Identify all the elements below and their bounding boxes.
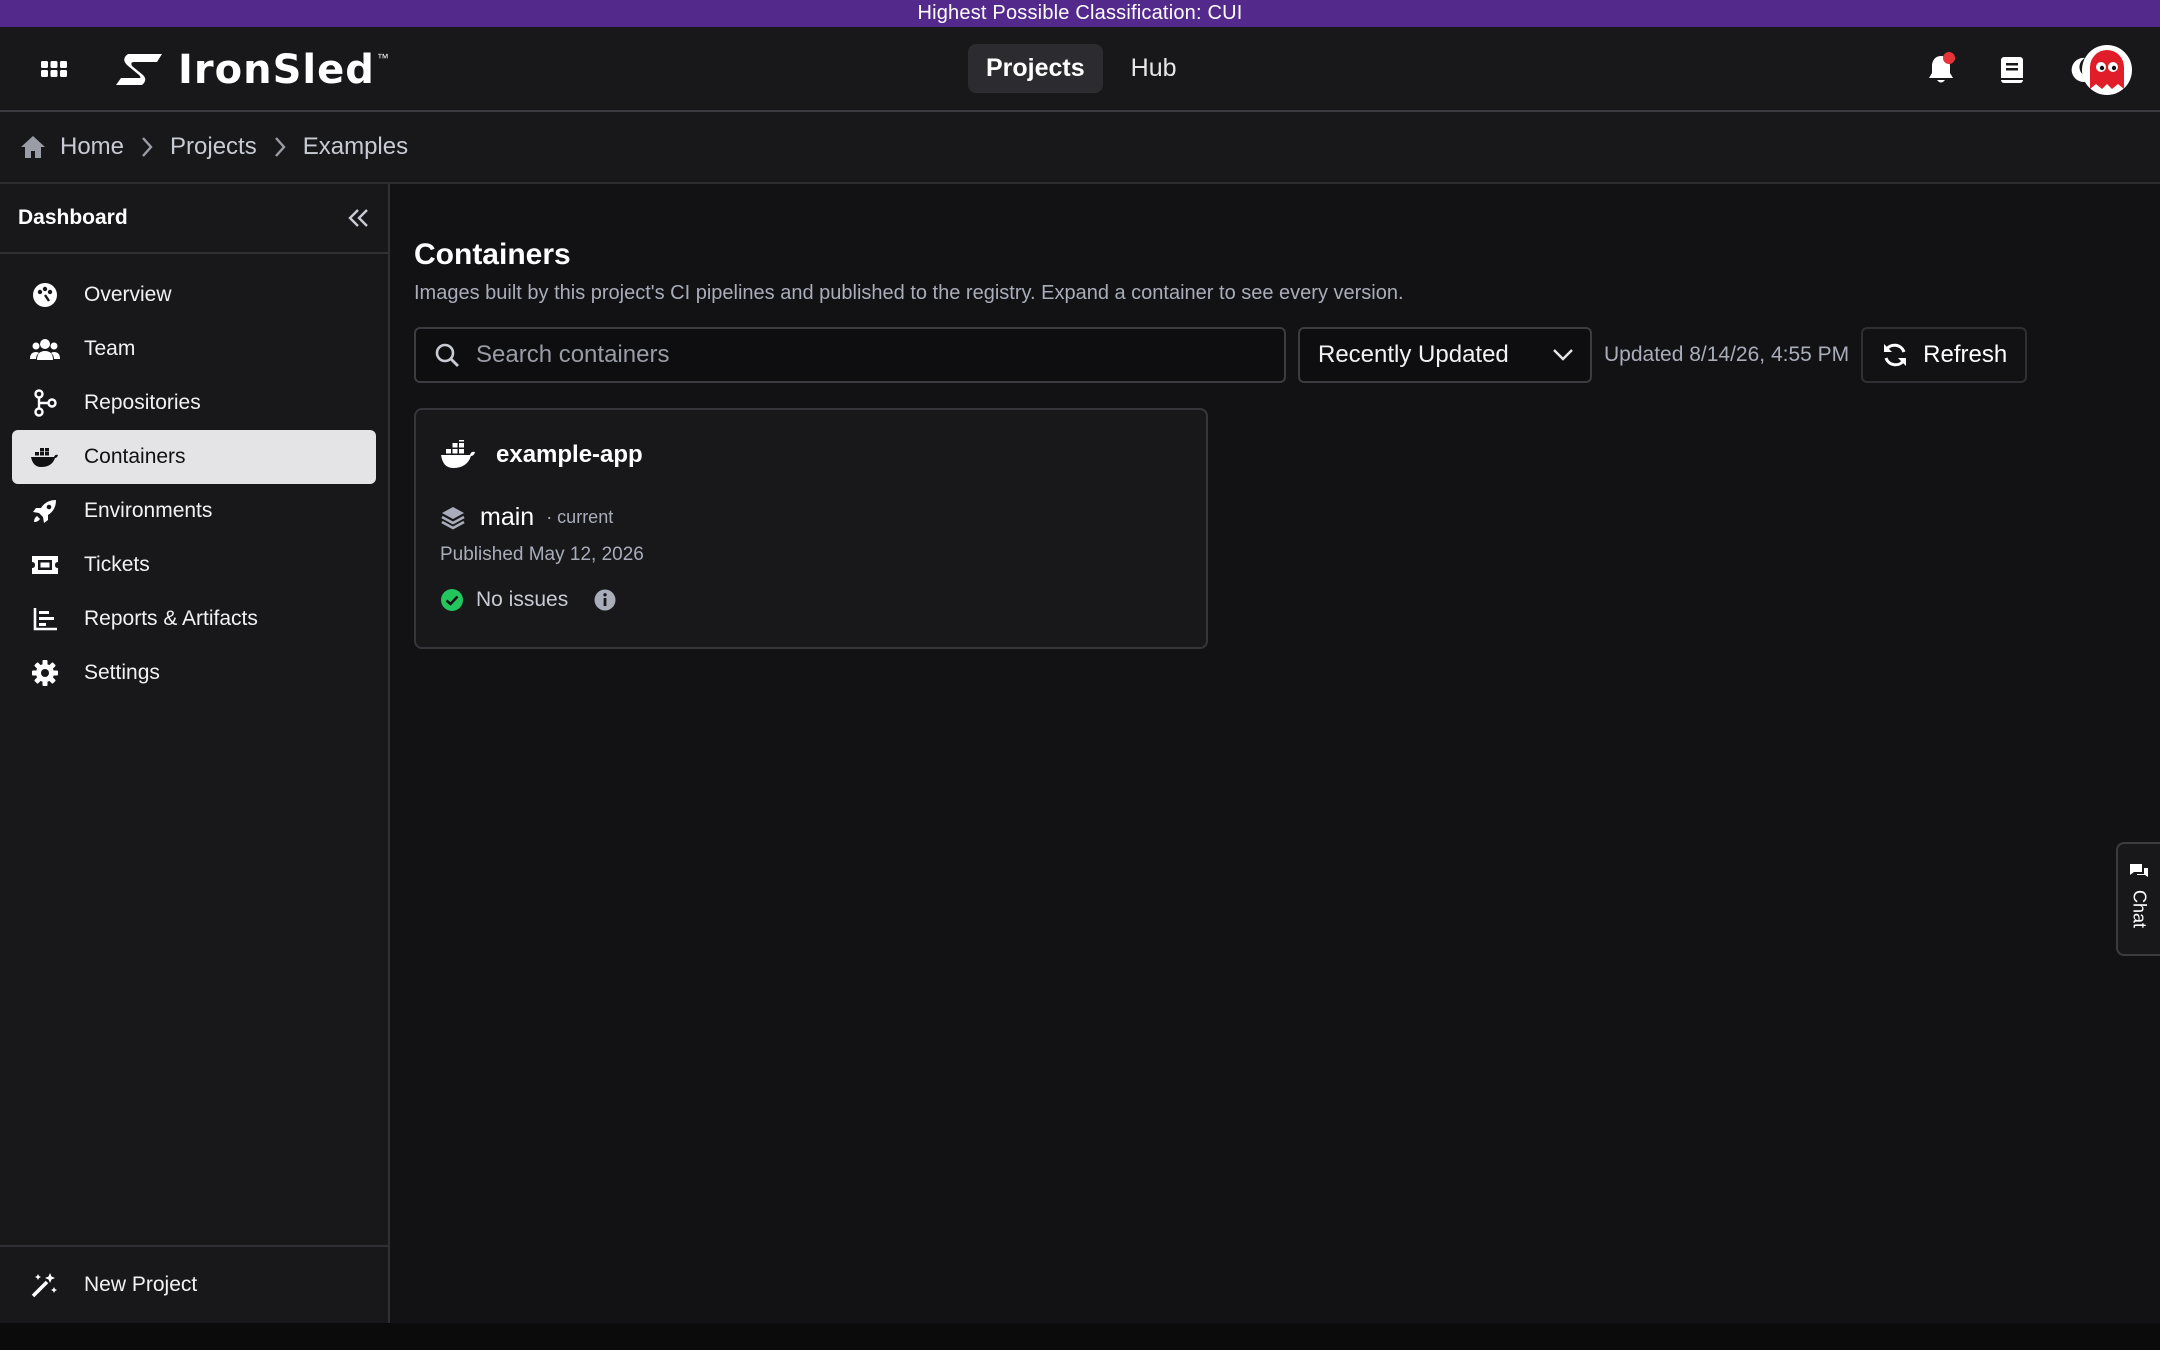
sidebar-item-label: Overview	[84, 283, 172, 306]
bell-icon[interactable]	[1921, 50, 1961, 90]
scan-status: No issues	[440, 588, 1182, 612]
sidebar-item-label: Reports & Artifacts	[84, 607, 258, 630]
users-icon	[30, 334, 60, 364]
breadcrumb-projects[interactable]: Projects	[170, 133, 257, 161]
version-tag: · current	[546, 507, 614, 527]
home-icon[interactable]	[20, 135, 46, 159]
sidebar-item-label: Containers	[84, 445, 186, 468]
last-updated-text: Updated 8/14/26, 4:55 PM	[1604, 343, 1850, 366]
chart-icon	[30, 604, 60, 634]
gear-icon	[30, 658, 60, 688]
classification-text: Highest Possible Classification: CUI	[917, 2, 1243, 24]
sidebar-item-label: Settings	[84, 661, 160, 684]
refresh-button[interactable]: Refresh	[1861, 327, 2028, 383]
chevron-down-icon	[1552, 348, 1574, 362]
info-icon[interactable]	[594, 589, 616, 611]
sidebar-item-team[interactable]: Team	[12, 322, 376, 376]
container-card[interactable]: example-app main · current Published May…	[414, 408, 1208, 649]
sled-logo-icon	[116, 54, 162, 85]
sidebar: Dashboard Overview Team Repositories Con…	[0, 184, 390, 1323]
page-title: Containers	[414, 238, 571, 271]
avatar[interactable]	[2082, 45, 2132, 95]
sidebar-item-label: Environments	[84, 499, 213, 522]
docker-icon	[30, 442, 60, 472]
classification-banner: Highest Possible Classification: CUI	[0, 0, 2160, 27]
sidebar-item-label: Team	[84, 337, 136, 360]
search-icon	[434, 342, 460, 368]
ticket-icon	[30, 550, 60, 580]
nav-hub[interactable]: Hub	[1113, 44, 1195, 93]
sidebar-item-label: Tickets	[84, 553, 150, 576]
sidebar-title: Dashboard	[18, 206, 128, 229]
sidebar-item-label: Repositories	[84, 391, 201, 414]
palette-icon	[30, 280, 60, 310]
container-name[interactable]: example-app	[496, 441, 643, 469]
chat-icon	[2128, 862, 2150, 882]
new-project-button[interactable]: New Project	[0, 1245, 388, 1323]
sidebar-item-settings[interactable]: Settings	[12, 646, 376, 700]
rocket-icon	[30, 496, 60, 526]
sidebar-item-environments[interactable]: Environments	[12, 484, 376, 538]
chevron-right-icon	[140, 136, 154, 158]
layers-icon	[440, 505, 466, 531]
sidebar-item-tickets[interactable]: Tickets	[12, 538, 376, 592]
search-input[interactable]	[476, 341, 1284, 369]
collapse-sidebar-icon[interactable]	[346, 207, 370, 229]
main-nav: Projects Hub	[968, 44, 1195, 93]
container-version: main · current	[440, 503, 1182, 532]
published-date: Published May 12, 2026	[440, 544, 644, 565]
new-project-label: New Project	[84, 1273, 198, 1296]
sidebar-item-overview[interactable]: Overview	[12, 268, 376, 322]
nav-projects[interactable]: Projects	[968, 44, 1103, 93]
notification-dot	[1943, 52, 1955, 64]
main-content: Containers Images built by this project'…	[390, 184, 2160, 1323]
status-text: No issues	[476, 588, 569, 611]
brand-name: IronSled	[178, 47, 375, 93]
sidebar-item-reports[interactable]: Reports & Artifacts	[12, 592, 376, 646]
avatar-ghost-icon	[2090, 50, 2124, 89]
page-subtitle: Images built by this project's CI pipeli…	[414, 282, 1404, 304]
breadcrumb-examples[interactable]: Examples	[303, 133, 408, 161]
brand-logo[interactable]: IronSled ™	[112, 47, 389, 93]
top-navigation-bar: IronSled ™ Projects Hub	[0, 27, 2160, 112]
sort-select[interactable]: Recently Updated	[1298, 327, 1592, 383]
breadcrumb: Home Projects Examples	[0, 112, 2160, 184]
check-circle-icon	[440, 588, 464, 612]
book-icon[interactable]	[1992, 50, 2032, 90]
refresh-label: Refresh	[1923, 341, 2008, 368]
sidebar-header: Dashboard	[0, 184, 388, 254]
toolbar: Recently Updated Updated 8/14/26, 4:55 P…	[414, 326, 2160, 384]
magic-wand-icon	[30, 1270, 60, 1300]
chat-button[interactable]: Chat	[2116, 842, 2160, 956]
version-name: main	[480, 503, 535, 531]
git-branch-icon	[30, 388, 60, 418]
apps-grid-icon[interactable]	[38, 53, 70, 85]
sidebar-item-repositories[interactable]: Repositories	[12, 376, 376, 430]
container-card-header: example-app	[440, 440, 1182, 470]
chevron-right-icon	[273, 136, 287, 158]
sidebar-item-containers[interactable]: Containers	[12, 430, 376, 484]
brand-trademark: ™	[376, 51, 389, 65]
sort-selected-value: Recently Updated	[1318, 341, 1509, 368]
search-box	[414, 327, 1286, 383]
docker-icon	[440, 440, 478, 470]
chat-label: Chat	[2129, 890, 2150, 929]
sidebar-nav: Overview Team Repositories Containers En…	[0, 254, 388, 714]
breadcrumb-home[interactable]: Home	[60, 133, 124, 161]
refresh-icon	[1881, 341, 1909, 369]
bottom-strip	[0, 1323, 2160, 1350]
